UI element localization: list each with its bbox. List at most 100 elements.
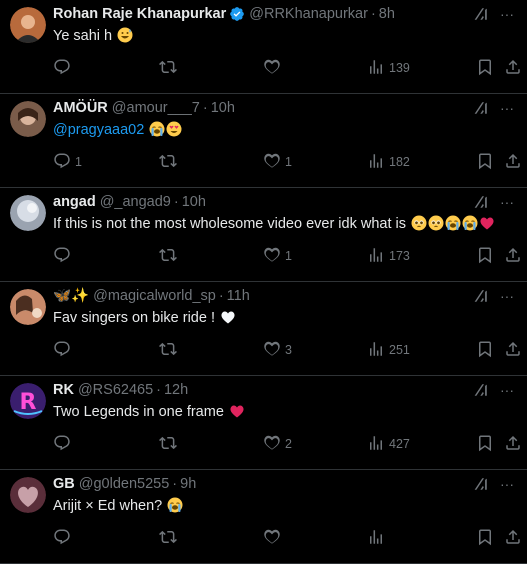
share-button[interactable] <box>504 246 522 266</box>
user-handle[interactable]: @amour___7 <box>112 98 200 118</box>
user-handle[interactable]: @g0lden5255 <box>79 474 170 494</box>
display-name[interactable]: GB <box>53 474 75 494</box>
bookmark-button[interactable] <box>476 152 494 172</box>
like-button[interactable] <box>263 528 285 548</box>
pleading-emoji-icon <box>411 215 427 231</box>
reply-button[interactable] <box>53 246 75 266</box>
more-icon[interactable]: ··· <box>499 287 515 305</box>
svg-text:R: R <box>20 390 37 415</box>
timestamp[interactable]: 8h <box>379 4 395 24</box>
more-icon[interactable]: ··· <box>499 475 515 493</box>
bookmark-button[interactable] <box>476 340 494 360</box>
display-name[interactable]: Rohan Raje Khanapurkar <box>53 4 226 24</box>
like-button[interactable]: 3 <box>263 340 292 360</box>
tweet-body: Ye sahi h <box>53 28 113 44</box>
views-icon <box>367 246 385 267</box>
timestamp[interactable]: 10h <box>211 98 235 118</box>
views-button[interactable]: 251 <box>367 340 410 360</box>
grok-icon[interactable] <box>473 193 491 211</box>
like-button[interactable] <box>263 58 285 78</box>
more-icon[interactable]: ··· <box>499 5 515 23</box>
avatar[interactable] <box>10 7 46 43</box>
bookmark-button[interactable] <box>476 434 494 454</box>
reply-button[interactable] <box>53 434 75 454</box>
retweet-button[interactable] <box>159 152 181 172</box>
display-name[interactable]: RK <box>53 380 74 400</box>
display-name[interactable]: angad <box>53 192 96 212</box>
retweet-button[interactable] <box>159 434 181 454</box>
timestamp[interactable]: 9h <box>180 474 196 494</box>
tweet-body: If this is not the most wholesome video … <box>53 216 406 232</box>
bookmark-button[interactable] <box>476 528 494 548</box>
retweet-button[interactable] <box>159 340 181 360</box>
reply-button[interactable] <box>53 58 75 78</box>
display-name[interactable]: 🦋✨ <box>53 286 89 306</box>
grok-icon[interactable] <box>473 381 491 399</box>
share-button[interactable] <box>504 58 522 78</box>
retweet-button[interactable] <box>159 58 181 78</box>
reply-button[interactable] <box>53 340 75 360</box>
views-button[interactable]: 427 <box>367 434 410 454</box>
timestamp[interactable]: 11h <box>227 286 250 306</box>
tweet[interactable]: AMÖÜR @amour___7 · 10h ··· @pragyaaa02 1 1 182 <box>0 94 527 188</box>
retweet-icon <box>159 152 177 173</box>
views-button[interactable] <box>367 528 389 548</box>
avatar[interactable] <box>10 195 46 231</box>
tweet[interactable]: 🦋✨ @magicalworld_sp · 11h ··· Fav singers on … <box>0 282 527 376</box>
views-button[interactable]: 173 <box>367 246 410 266</box>
share-button[interactable] <box>504 340 522 360</box>
reply-button[interactable] <box>53 528 75 548</box>
tweet-header: angad @_angad9 · 10h <box>53 192 515 212</box>
tweet[interactable]: R RK @RS62465 · 12h ··· Two Legends in one fra… <box>0 376 527 470</box>
user-handle[interactable]: @magicalworld_sp <box>93 286 216 306</box>
more-icon[interactable]: ··· <box>499 193 515 211</box>
share-icon <box>504 246 522 267</box>
grok-icon[interactable] <box>473 5 491 23</box>
avatar[interactable]: R <box>10 383 46 419</box>
views-button[interactable]: 182 <box>367 152 410 172</box>
share-button[interactable] <box>504 152 522 172</box>
bookmark-icon <box>476 246 494 267</box>
more-icon[interactable]: ··· <box>499 99 515 117</box>
retweet-button[interactable] <box>159 246 181 266</box>
reply-icon <box>53 246 71 267</box>
tweet[interactable]: GB @g0lden5255 · 9h ··· Arijit × Ed when? <box>0 470 527 564</box>
bookmark-icon <box>476 434 494 455</box>
user-handle[interactable]: @RS62465 <box>78 380 153 400</box>
display-name[interactable]: AMÖÜR <box>53 98 108 118</box>
share-icon <box>504 152 522 173</box>
retweet-button[interactable] <box>159 528 181 548</box>
red-heart-emoji-icon <box>230 405 244 418</box>
tweet[interactable]: Rohan Raje Khanapurkar @RRKhanapurkar · 8h ·… <box>0 0 527 94</box>
tweet-header: RK @RS62465 · 12h <box>53 380 515 400</box>
timestamp[interactable]: 10h <box>182 192 206 212</box>
avatar[interactable] <box>10 289 46 325</box>
view-count: 182 <box>389 155 410 169</box>
mention-link[interactable]: @pragyaaa02 <box>53 122 144 138</box>
reply-icon <box>53 152 71 173</box>
like-button[interactable]: 1 <box>263 152 292 172</box>
tweet-text: @pragyaaa02 <box>53 120 515 140</box>
user-handle[interactable]: @_angad9 <box>100 192 171 212</box>
retweet-icon <box>159 58 177 79</box>
like-button[interactable]: 2 <box>263 434 292 454</box>
share-button[interactable] <box>504 528 522 548</box>
grok-icon[interactable] <box>473 475 491 493</box>
separator-dot: · <box>173 194 179 210</box>
bookmark-icon <box>476 152 494 173</box>
heart-icon <box>263 434 281 455</box>
share-button[interactable] <box>504 434 522 454</box>
views-button[interactable]: 139 <box>367 58 410 78</box>
bookmark-button[interactable] <box>476 58 494 78</box>
avatar[interactable] <box>10 101 46 137</box>
more-icon[interactable]: ··· <box>499 381 515 399</box>
avatar[interactable] <box>10 477 46 513</box>
grok-icon[interactable] <box>473 287 491 305</box>
timestamp[interactable]: 12h <box>164 380 188 400</box>
reply-button[interactable]: 1 <box>53 152 82 172</box>
tweet[interactable]: angad @_angad9 · 10h ··· If this is not the m… <box>0 188 527 282</box>
bookmark-button[interactable] <box>476 246 494 266</box>
grok-icon[interactable] <box>473 99 491 117</box>
like-button[interactable]: 1 <box>263 246 292 266</box>
user-handle[interactable]: @RRKhanapurkar <box>249 4 368 24</box>
